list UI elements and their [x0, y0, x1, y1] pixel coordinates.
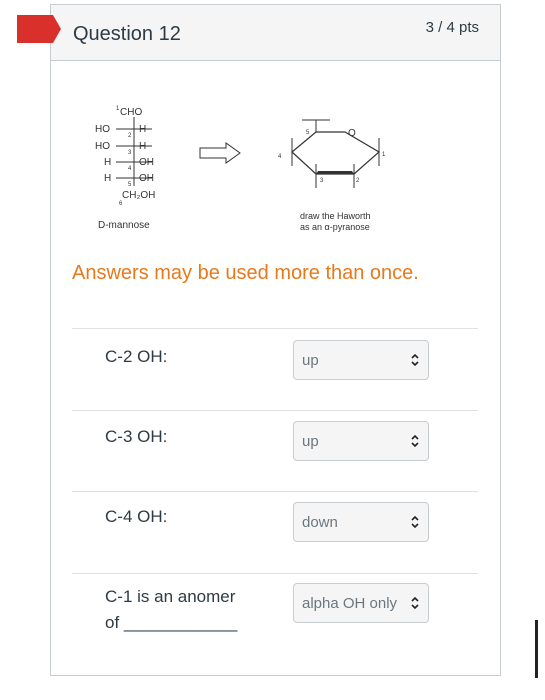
- fischer-row-3-right: H: [139, 141, 146, 152]
- haworth-c1: 1: [382, 152, 386, 158]
- haworth-c3: 3: [320, 178, 324, 184]
- haworth-ring: O 5 4 3 2 1 draw the Haworth as an α-pyr…: [278, 119, 386, 232]
- c2-oh-select[interactable]: up: [293, 340, 429, 380]
- fischer-caption: D-mannose: [98, 220, 150, 231]
- reaction-arrow: [199, 142, 241, 164]
- fischer-projection: 1 CHO HO H 2 HO H 3 H OH 4 H OH 5 CH₂OH …: [95, 106, 155, 231]
- question-title: Question 12: [73, 23, 181, 45]
- haworth-ring-oxygen: O: [348, 128, 356, 139]
- c3-oh-select[interactable]: up: [293, 421, 429, 461]
- c1-anomer-select[interactable]: alpha OH only: [293, 583, 429, 623]
- select-value: up: [302, 351, 319, 369]
- flag-icon: [17, 15, 61, 43]
- fischer-top: CHO: [120, 107, 142, 118]
- fischer-row-3-num: 3: [128, 150, 132, 156]
- answers-note: Answers may be used more than once.: [72, 262, 419, 284]
- scrollbar-thumb[interactable]: [535, 620, 538, 678]
- fischer-row-4-right: OH: [139, 157, 154, 168]
- structure-diagram: 1 CHO HO H 2 HO H 3 H OH 4 H OH 5 CH₂OH …: [95, 106, 386, 232]
- row-label-line2: of ____________: [105, 613, 238, 632]
- haworth-c2: 2: [356, 178, 360, 184]
- question-points: 3 / 4 pts: [425, 19, 479, 36]
- chevron-up-down-icon: [411, 353, 419, 367]
- question-header: Question 12 3 / 4 pts: [51, 5, 500, 61]
- fischer-bottom: CH₂OH: [122, 190, 155, 201]
- haworth-c5: 5: [306, 130, 310, 136]
- chevron-up-down-icon: [411, 596, 419, 610]
- fischer-row-2-left: HO: [95, 124, 110, 135]
- row-label: C-3 OH:: [105, 427, 168, 446]
- row-label: C-2 OH:: [105, 347, 168, 366]
- answer-row: C-3 OH: up: [72, 410, 478, 493]
- haworth-c4: 4: [278, 154, 282, 160]
- row-label: C-4 OH:: [105, 507, 168, 526]
- fischer-row-3-left: HO: [95, 141, 110, 152]
- haworth-caption-2: as an α-pyranose: [300, 222, 370, 232]
- c4-oh-select[interactable]: down: [293, 502, 429, 542]
- fischer-row-5-right: OH: [139, 173, 154, 184]
- fischer-row-5-num: 5: [128, 182, 132, 188]
- fischer-row-4-num: 4: [128, 166, 132, 172]
- fischer-row-2-right: H: [139, 124, 146, 135]
- chevron-up-down-icon: [411, 434, 419, 448]
- fischer-row-5-left: H: [104, 173, 111, 184]
- fischer-row-2-num: 2: [128, 133, 132, 139]
- fischer-row-4-left: H: [104, 157, 111, 168]
- select-value: up: [302, 432, 319, 450]
- select-value: alpha OH only: [302, 594, 398, 612]
- row-label: C-1 is an anomer: [105, 587, 236, 606]
- haworth-caption-1: draw the Haworth: [300, 211, 371, 221]
- select-value: down: [302, 513, 338, 531]
- chevron-up-down-icon: [411, 515, 419, 529]
- answer-row: C-1 is an anomer of ____________ alpha O…: [72, 573, 478, 656]
- fischer-bottom-num: 6: [119, 201, 123, 207]
- answer-row: C-4 OH: down: [72, 491, 478, 574]
- answer-row: C-2 OH: up: [72, 328, 478, 411]
